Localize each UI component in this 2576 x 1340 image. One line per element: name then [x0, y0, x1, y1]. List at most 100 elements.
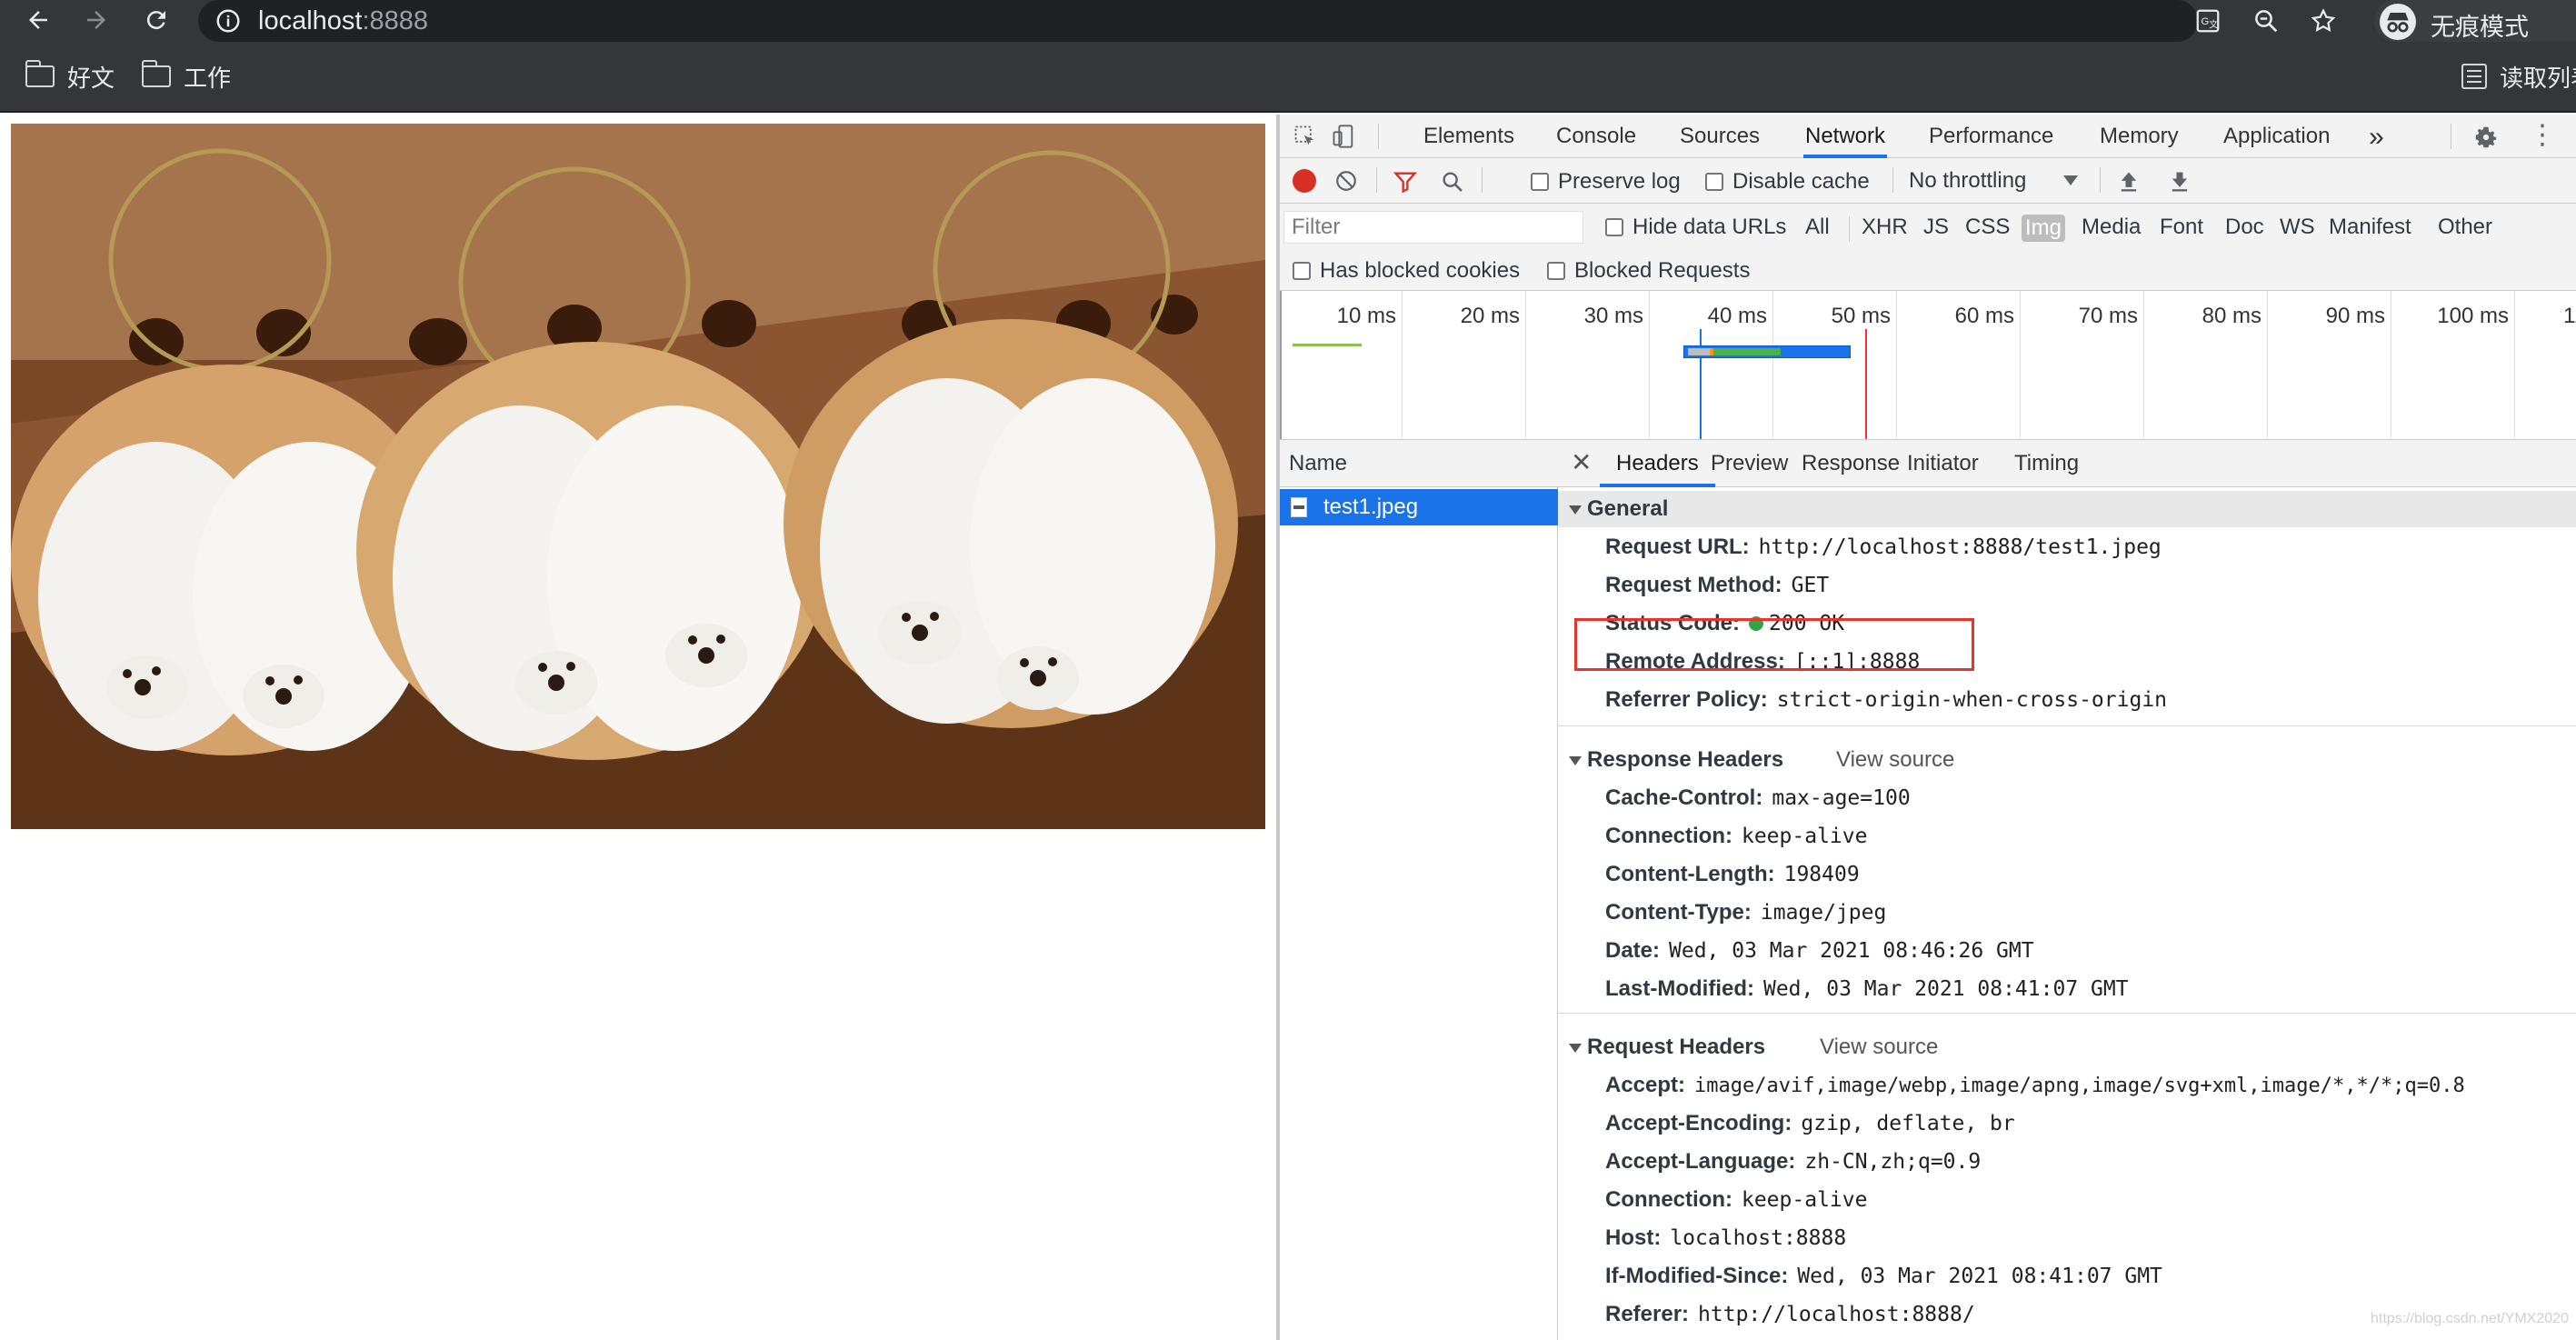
translate-button[interactable]: G文 [2191, 4, 2225, 38]
device-toolbar-icon[interactable] [1331, 124, 1356, 149]
checkbox-box[interactable] [1531, 173, 1549, 191]
network-toolbar: Preserve log Disable cache No throttling [1280, 158, 2576, 204]
bookmarks-bar: 好文 工作 读取列表 [0, 42, 2576, 113]
tick-label: 80 ms [2202, 304, 2261, 328]
tab-timing[interactable]: Timing [2014, 440, 2079, 487]
checkbox-box[interactable] [1605, 218, 1623, 236]
bookmark-label: 好文 [67, 64, 115, 92]
reload-icon [146, 11, 165, 30]
disable-cache-label: Disable cache [1732, 169, 1870, 194]
filter-type-css[interactable]: CSS [1962, 211, 2013, 244]
tab-network[interactable]: Network [1803, 115, 1888, 158]
section-general-header[interactable]: General [1558, 491, 2576, 527]
bookmark-folder-gongzuo[interactable]: 工作 [142, 60, 231, 93]
back-button[interactable] [20, 2, 56, 38]
header-value: [::1]:8888 [1793, 650, 1921, 674]
forward-button[interactable] [78, 2, 115, 38]
import-har-icon[interactable] [2116, 169, 2142, 195]
header-key: Content-Type: [1605, 900, 1752, 925]
tab-console[interactable]: Console [1556, 115, 1636, 158]
tab-application[interactable]: Application [2223, 115, 2330, 158]
filter-type-font[interactable]: Font [2156, 211, 2207, 244]
bookmark-folder-haowen[interactable]: 好文 [25, 60, 115, 93]
has-blocked-cookies-checkbox[interactable]: Has blocked cookies [1293, 258, 1520, 284]
filter-type-manifest[interactable]: Manifest [2325, 211, 2415, 244]
tab-response[interactable]: Response [1802, 440, 1900, 487]
chevron-down-icon [2063, 175, 2079, 185]
blocked-requests-checkbox[interactable]: Blocked Requests [1547, 258, 1750, 284]
filter-input[interactable]: Filter [1283, 211, 1583, 244]
triangle-down-icon [1569, 756, 1582, 765]
header-key: Accept-Language: [1605, 1149, 1796, 1174]
corgi-keychains-photo [11, 124, 1265, 829]
filter-type-all[interactable]: All [1802, 211, 1833, 244]
tab-preview[interactable]: Preview [1711, 440, 1788, 487]
filter-type-xhr[interactable]: XHR [1858, 211, 1912, 244]
filter-type-ws[interactable]: WS [2276, 211, 2319, 244]
column-header-name[interactable]: Name [1280, 440, 1558, 487]
tab-performance[interactable]: Performance [1929, 115, 2053, 158]
bookmark-star-button[interactable] [2306, 4, 2341, 38]
throttling-value: No throttling [1909, 168, 2027, 193]
export-har-icon[interactable] [2167, 169, 2192, 195]
section-request-headers-header[interactable]: Request Headers View source [1558, 1029, 2576, 1065]
incognito-profile-button[interactable]: 无痕模式 [2374, 0, 2576, 42]
reload-button[interactable] [138, 2, 175, 38]
header-key: Host: [1605, 1225, 1662, 1250]
section-response-headers-header[interactable]: Response Headers View source [1558, 742, 2576, 778]
view-source-link[interactable]: View source [1836, 742, 1954, 778]
request-row[interactable]: test1.jpeg [1280, 489, 1558, 525]
filter-bar: Filter Hide data URLs All XHR JS CSS Img… [1280, 204, 2576, 291]
header-key: Accept-Encoding: [1605, 1111, 1792, 1135]
filter-funnel-icon[interactable] [1393, 169, 1418, 195]
header-key: Content-Length: [1605, 862, 1775, 886]
grid-line [1772, 291, 1773, 439]
tab-headers[interactable]: Headers [1600, 440, 1715, 487]
filter-type-js[interactable]: JS [1920, 211, 1952, 244]
checkbox-box[interactable] [1547, 262, 1565, 280]
header-row: Date: Wed, 03 Mar 2021 08:46:26 GMT [1605, 933, 2034, 969]
disable-cache-checkbox[interactable]: Disable cache [1705, 169, 1870, 195]
tab-sources[interactable]: Sources [1680, 115, 1760, 158]
clear-icon[interactable] [1334, 169, 1358, 193]
kebab-menu-icon[interactable]: ⋮ [2529, 120, 2556, 151]
reading-list-button[interactable]: 读取列表 [2461, 60, 2576, 93]
tab-elements[interactable]: Elements [1423, 115, 1514, 158]
header-row: If-Modified-Since: Wed, 03 Mar 2021 08:41… [1605, 1258, 2162, 1295]
address-bar[interactable]: localhost:8888 [198, 0, 2198, 42]
checkbox-box[interactable] [1705, 173, 1723, 191]
triangle-down-icon [1569, 1044, 1582, 1053]
zoom-out-icon [2255, 10, 2278, 33]
tab-memory[interactable]: Memory [2100, 115, 2179, 158]
search-icon[interactable] [1440, 169, 1465, 195]
filter-type-doc[interactable]: Doc [2222, 211, 2268, 244]
network-overview-timeline[interactable]: 10 ms 20 ms 30 ms 40 ms 50 ms 60 ms 70 m… [1280, 291, 2576, 440]
filter-type-media[interactable]: Media [2078, 211, 2144, 244]
url-text[interactable]: localhost:8888 [258, 7, 428, 35]
grid-line [1525, 291, 1526, 439]
header-value: http://localhost:8888/test1.jpeg [1758, 535, 2162, 559]
header-row: Connection: keep-alive [1605, 1182, 1867, 1218]
settings-gear-icon[interactable] [2472, 124, 2500, 151]
bookmark-label: 工作 [184, 64, 232, 92]
tab-initiator[interactable]: Initiator [1907, 440, 1979, 487]
filter-type-img[interactable]: Img [2022, 215, 2066, 242]
inspect-element-icon[interactable] [1293, 124, 1318, 149]
tick-label: 20 ms [1460, 304, 1520, 328]
overview-left-handle[interactable] [1280, 291, 1282, 439]
view-source-link[interactable]: View source [1820, 1029, 1938, 1065]
preserve-log-checkbox[interactable]: Preserve log [1531, 169, 1681, 195]
triangle-down-icon [1569, 505, 1582, 515]
record-icon[interactable] [1293, 169, 1316, 193]
close-icon[interactable]: ✕ [1571, 440, 1592, 487]
throttling-select[interactable]: No throttling [1909, 158, 2079, 204]
header-value: image/avif,image/webp,image/apng,image/s… [1694, 1075, 2465, 1097]
tick-label: 100 ms [2437, 304, 2509, 328]
zoom-button[interactable] [2249, 4, 2283, 38]
header-value: 198409 [1783, 863, 1860, 886]
info-icon[interactable] [215, 7, 242, 35]
filter-type-other[interactable]: Other [2434, 211, 2496, 244]
hide-data-urls-checkbox[interactable]: Hide data URLs [1605, 215, 1786, 240]
more-tabs-icon[interactable]: » [2369, 122, 2384, 153]
checkbox-box[interactable] [1293, 262, 1311, 280]
